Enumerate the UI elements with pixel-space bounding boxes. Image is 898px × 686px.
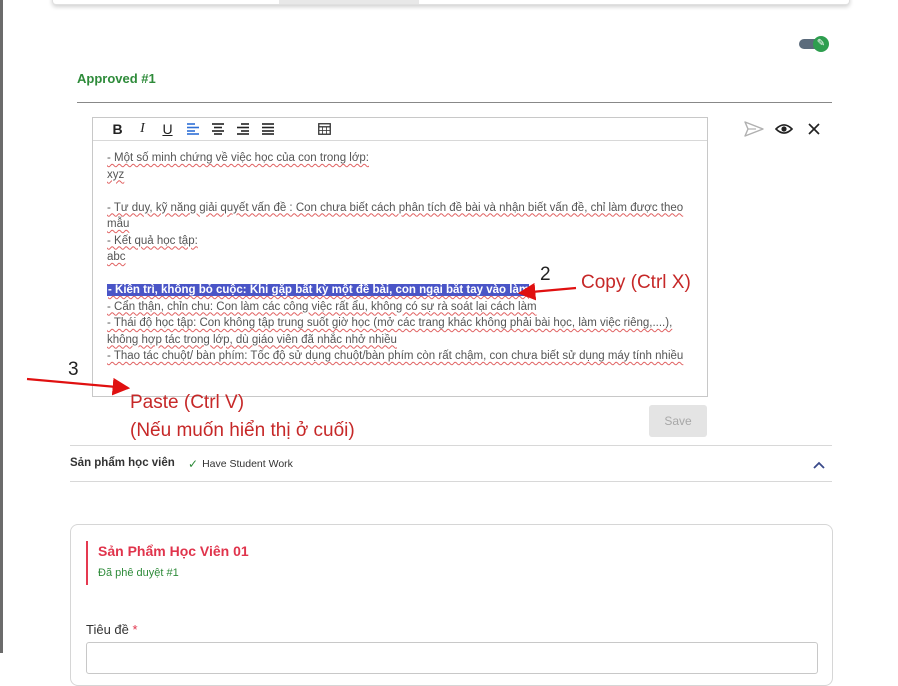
product-card: Sản Phẩm Học Viên 01 Đã phê duyệt #1 Tiê…: [70, 524, 833, 686]
annotation-paste-note: (Nếu muốn hiển thị ở cuối): [130, 420, 355, 441]
annotation-paste: Paste (Ctrl V): [130, 392, 245, 413]
title-field-label-text: Tiêu đề: [86, 622, 129, 637]
title-field-label: Tiêu đề *: [86, 622, 138, 637]
product-status: ✓ Have Student Work: [188, 457, 293, 471]
annotation-copy: Copy (Ctrl X): [581, 272, 691, 293]
copy-arrow: [517, 282, 577, 301]
annotation-number-copy: 2: [540, 264, 551, 285]
chevron-up-icon[interactable]: [813, 458, 825, 472]
product-card-title: Sản Phẩm Học Viên 01: [98, 543, 249, 559]
divider: [70, 445, 832, 446]
divider: [70, 481, 832, 482]
product-card-subtitle: Đã phê duyệt #1: [98, 567, 179, 579]
title-input[interactable]: [86, 642, 818, 674]
check-icon: ✓: [188, 457, 199, 471]
product-section-label: Sản phẩm học viên: [70, 457, 175, 469]
required-mark: *: [132, 622, 138, 637]
annotation-number-paste: 3: [68, 359, 79, 380]
product-status-text: Have Student Work: [202, 458, 293, 470]
card-accent-bar: [86, 541, 88, 585]
